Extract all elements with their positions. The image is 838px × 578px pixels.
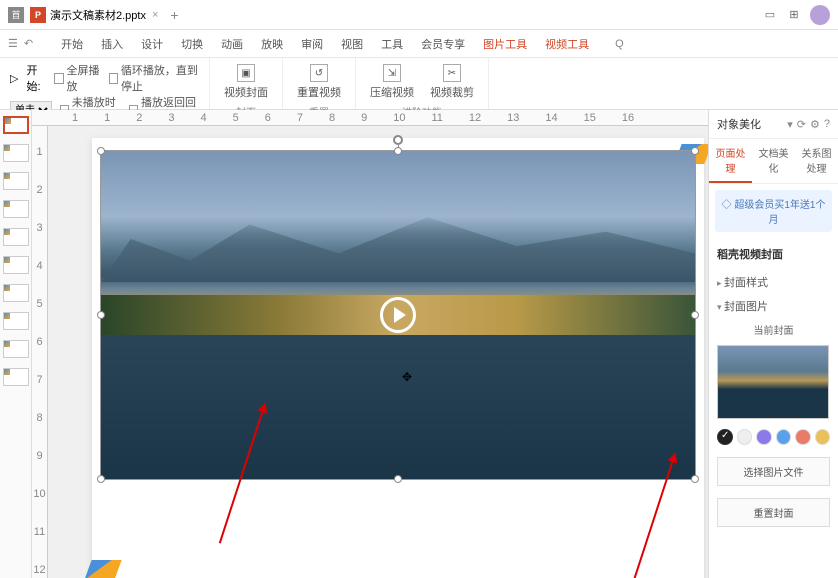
item-cover-style[interactable]: 封面样式 xyxy=(709,270,838,294)
thumb-4[interactable] xyxy=(3,200,29,218)
tab-relation[interactable]: 关系图处理 xyxy=(795,139,838,183)
menu-design[interactable]: 设计 xyxy=(141,36,163,52)
color-swatches xyxy=(709,423,838,451)
menu-start[interactable]: 开始 xyxy=(61,36,83,52)
slide[interactable] xyxy=(92,138,704,578)
avatar[interactable] xyxy=(810,5,830,25)
window-icon[interactable]: ▭ xyxy=(760,5,780,25)
ppt-icon: P xyxy=(30,7,46,23)
start-text: 开始: xyxy=(26,62,46,94)
menu-transition[interactable]: 切换 xyxy=(181,36,203,52)
handle-mr[interactable] xyxy=(691,311,699,319)
settings-icon[interactable]: ⚙ xyxy=(810,118,820,131)
swatch-4[interactable] xyxy=(776,429,792,445)
thumb-5[interactable] xyxy=(3,228,29,246)
thumb-7[interactable] xyxy=(3,284,29,302)
grid-icon[interactable]: ⊞ xyxy=(784,5,804,25)
swatch-1[interactable] xyxy=(717,429,733,445)
thumbnail-panel xyxy=(0,110,32,578)
panel-title: 对象美化 xyxy=(717,116,787,132)
swatch-6[interactable] xyxy=(815,429,831,445)
new-tab[interactable]: + xyxy=(170,7,178,23)
canvas[interactable]: 112345678910111213141516 123456789101112 xyxy=(32,110,708,578)
search-icon[interactable]: Q xyxy=(615,38,624,50)
loop-checkbox[interactable]: 循环播放，直到停止 xyxy=(109,62,199,94)
start-label: ▷ xyxy=(10,72,18,85)
handle-bl[interactable] xyxy=(97,475,105,483)
thumb-6[interactable] xyxy=(3,256,29,274)
video-thumbnail xyxy=(101,151,695,479)
reset-video-button[interactable]: ↺重置视频 xyxy=(293,62,345,102)
refresh-icon[interactable]: ⟳ xyxy=(797,118,806,131)
thumb-1[interactable] xyxy=(3,116,29,134)
menu-video-tools[interactable]: 视频工具 xyxy=(545,36,589,52)
menu-vip[interactable]: 会员专享 xyxy=(421,36,465,52)
thumb-8[interactable] xyxy=(3,312,29,330)
choose-image-button[interactable]: 选择图片文件 xyxy=(717,457,830,486)
menu-review[interactable]: 审阅 xyxy=(301,36,323,52)
menu-tools[interactable]: 工具 xyxy=(381,36,403,52)
handle-br[interactable] xyxy=(691,475,699,483)
handle-ml[interactable] xyxy=(97,311,105,319)
handle-tr[interactable] xyxy=(691,147,699,155)
thumb-3[interactable] xyxy=(3,172,29,190)
menu-animation[interactable]: 动画 xyxy=(221,36,243,52)
handle-tc[interactable] xyxy=(394,147,402,155)
fullscreen-checkbox[interactable]: 全屏播放 xyxy=(54,62,100,94)
undo-icon[interactable]: ↶ xyxy=(24,37,33,50)
corner-decor-bl xyxy=(84,560,121,578)
home-icon[interactable]: 首 xyxy=(8,7,24,23)
chevron-down-icon[interactable]: ▾ xyxy=(787,118,793,131)
cover-preview[interactable] xyxy=(717,345,829,419)
close-tab[interactable]: × xyxy=(152,9,158,21)
video-cover-button[interactable]: ▣视频封面 xyxy=(220,62,272,102)
rotate-handle[interactable] xyxy=(393,135,403,145)
item-cover-pic[interactable]: 封面图片 xyxy=(709,294,838,318)
menu-view[interactable]: 视图 xyxy=(341,36,363,52)
menu-file-icon[interactable]: ☰ xyxy=(8,37,18,50)
ruler-horizontal: 112345678910111213141516 xyxy=(32,110,708,126)
filename: 演示文稿素材2.pptx xyxy=(50,7,146,23)
tab-page[interactable]: 页面处理 xyxy=(709,139,752,183)
menu-pic-tools[interactable]: 图片工具 xyxy=(483,36,527,52)
play-icon[interactable] xyxy=(380,297,416,333)
compress-video-button[interactable]: ⇲压缩视频 xyxy=(366,62,418,102)
reset-cover-button[interactable]: 重置封面 xyxy=(717,498,830,527)
handle-bc[interactable] xyxy=(394,475,402,483)
promo-banner[interactable]: ◇ 超级会员买1年送1个月 xyxy=(715,190,832,232)
section-title: 稻壳视频封面 xyxy=(709,238,838,270)
video-object[interactable] xyxy=(100,150,696,480)
help-icon[interactable]: ? xyxy=(824,118,830,130)
side-panel: 对象美化 ▾ ⟳ ⚙ ? 页面处理 文档美化 关系图处理 ◇ 超级会员买1年送1… xyxy=(708,110,838,578)
menu-show[interactable]: 放映 xyxy=(261,36,283,52)
thumb-9[interactable] xyxy=(3,340,29,358)
menu-insert[interactable]: 插入 xyxy=(101,36,123,52)
ruler-vertical: 123456789101112 xyxy=(32,126,48,578)
swatch-5[interactable] xyxy=(795,429,811,445)
swatch-2[interactable] xyxy=(737,429,753,445)
thumb-10[interactable] xyxy=(3,368,29,386)
cover-label: 当前封面 xyxy=(709,318,838,341)
swatch-3[interactable] xyxy=(756,429,772,445)
trim-video-button[interactable]: ✂视频裁剪 xyxy=(426,62,478,102)
tab-doc[interactable]: 文档美化 xyxy=(752,139,795,183)
handle-tl[interactable] xyxy=(97,147,105,155)
thumb-2[interactable] xyxy=(3,144,29,162)
